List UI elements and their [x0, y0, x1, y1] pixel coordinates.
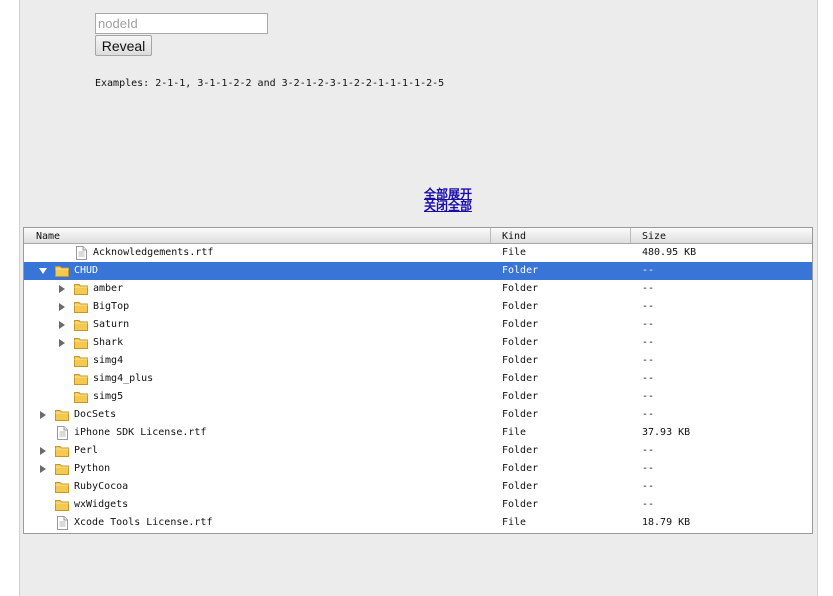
tree-row[interactable]: iPhone SDK License.rtf File 37.93 KB [24, 424, 812, 442]
row-size: -- [642, 283, 655, 294]
tree-row[interactable]: CHUD Folder -- [24, 262, 812, 280]
tree-row[interactable]: simg4 Folder -- [24, 352, 812, 370]
row-name: simg4 [93, 355, 124, 366]
row-kind: File [502, 427, 527, 438]
examples-text: Examples: 2-1-1, 3-1-1-2-2 and 3-2-1-2-3… [95, 78, 445, 89]
triangle-right-icon[interactable] [40, 465, 46, 473]
triangle-right-icon[interactable] [40, 447, 46, 455]
row-name: Python [74, 463, 111, 474]
reveal-button[interactable]: Reveal [95, 35, 152, 56]
row-name: wxWidgets [74, 499, 129, 510]
row-kind: Folder [502, 355, 539, 366]
row-kind: File [502, 247, 527, 258]
tree-row[interactable]: wxWidgets Folder -- [24, 496, 812, 514]
row-kind: Folder [502, 337, 539, 348]
row-name: RubyCocoa [74, 481, 129, 492]
column-header-kind[interactable]: Kind [490, 228, 642, 243]
row-size: -- [642, 409, 655, 420]
folder-icon [74, 390, 88, 404]
tree-row[interactable]: simg5 Folder -- [24, 388, 812, 406]
triangle-right-icon[interactable] [59, 321, 65, 329]
file-icon [55, 516, 69, 530]
tree-row[interactable]: BigTop Folder -- [24, 298, 812, 316]
tree-row[interactable]: Saturn Folder -- [24, 316, 812, 334]
row-kind: Folder [502, 499, 539, 510]
folder-icon [74, 354, 88, 368]
folder-icon [55, 444, 69, 458]
row-size: 18.79 KB [642, 517, 691, 528]
column-header-size[interactable]: Size [630, 228, 666, 243]
row-kind: Folder [502, 463, 539, 474]
row-size: -- [642, 499, 655, 510]
folder-icon [74, 318, 88, 332]
row-name: Acknowledgements.rtf [93, 247, 214, 258]
row-size: -- [642, 337, 655, 348]
row-size: 37.93 KB [642, 427, 691, 438]
row-kind: File [502, 517, 527, 528]
tree-row[interactable]: Perl Folder -- [24, 442, 812, 460]
row-kind: Folder [502, 319, 539, 330]
row-kind: Folder [502, 373, 539, 384]
row-name: simg4_plus [93, 373, 154, 384]
tree-row[interactable]: DocSets Folder -- [24, 406, 812, 424]
row-kind: Folder [502, 391, 539, 402]
triangle-right-icon[interactable] [59, 285, 65, 293]
row-kind: Folder [502, 481, 539, 492]
file-tree-table: Name Kind Size Acknowledgements.rtf File 4… [23, 227, 813, 534]
row-name: Perl [74, 445, 99, 456]
row-size: -- [642, 301, 655, 312]
row-name: CHUD [74, 265, 99, 276]
nodeid-input[interactable] [95, 13, 268, 34]
tree-row[interactable]: Xcode Tools License.rtf File 18.79 KB [24, 514, 812, 532]
triangle-right-icon[interactable] [59, 339, 65, 347]
row-size: -- [642, 355, 655, 366]
row-name: BigTop [93, 301, 130, 312]
tree-row[interactable]: Python Folder -- [24, 460, 812, 478]
folder-icon [74, 300, 88, 314]
folder-icon [55, 264, 69, 278]
row-name: simg5 [93, 391, 124, 402]
row-kind: Folder [502, 301, 539, 312]
row-name: Saturn [93, 319, 130, 330]
folder-icon [74, 282, 88, 296]
row-name: Xcode Tools License.rtf [74, 517, 213, 528]
row-name: iPhone SDK License.rtf [74, 427, 207, 438]
row-kind: Folder [502, 265, 539, 276]
tree-header: Name Kind Size [24, 228, 812, 244]
row-size: -- [642, 373, 655, 384]
tree-row[interactable]: Acknowledgements.rtf File 480.95 KB [24, 244, 812, 262]
row-size: -- [642, 391, 655, 402]
tree-body: Acknowledgements.rtf File 480.95 KB CHUD Fol… [24, 244, 812, 532]
row-size: -- [642, 319, 655, 330]
row-size: 480.95 KB [642, 247, 697, 258]
tree-row[interactable]: Shark Folder -- [24, 334, 812, 352]
row-kind: Folder [502, 409, 539, 420]
triangle-right-icon[interactable] [59, 303, 65, 311]
row-kind: Folder [502, 445, 539, 456]
folder-icon [55, 462, 69, 476]
collapse-all-link[interactable]: 关闭全部 [400, 200, 496, 212]
column-header-name[interactable]: Name [36, 228, 60, 243]
row-size: -- [642, 481, 655, 492]
tree-row[interactable]: simg4_plus Folder -- [24, 370, 812, 388]
tree-row[interactable]: RubyCocoa Folder -- [24, 478, 812, 496]
triangle-right-icon[interactable] [40, 411, 46, 419]
row-name: Shark [93, 337, 124, 348]
triangle-down-icon[interactable] [39, 268, 47, 274]
file-icon [74, 246, 88, 260]
row-kind: Folder [502, 283, 539, 294]
row-size: -- [642, 265, 655, 276]
folder-icon [55, 408, 69, 422]
file-icon [55, 426, 69, 440]
row-size: -- [642, 445, 655, 456]
folder-icon [74, 336, 88, 350]
tree-row[interactable]: amber Folder -- [24, 280, 812, 298]
folder-icon [74, 372, 88, 386]
row-name: DocSets [74, 409, 117, 420]
folder-icon [55, 480, 69, 494]
row-name: amber [93, 283, 124, 294]
row-size: -- [642, 463, 655, 474]
folder-icon [55, 498, 69, 512]
